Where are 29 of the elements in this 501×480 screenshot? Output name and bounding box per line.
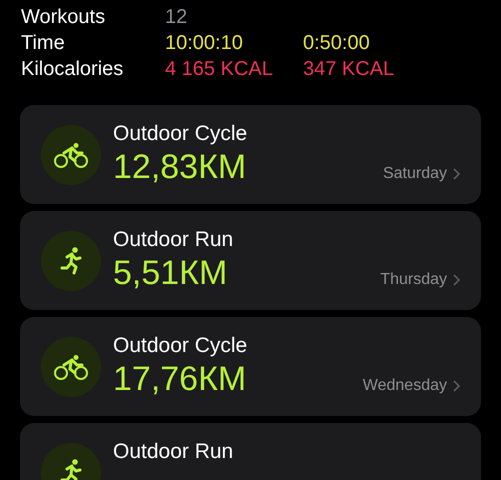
stat-value: 4 165 KCAL (165, 57, 274, 81)
stat-label: Kilocalories (21, 57, 124, 81)
workout-day: Wednesday (362, 376, 447, 396)
stat-value: 347 KCAL (303, 57, 394, 81)
stat-label: Workouts (21, 5, 106, 29)
workout-title: Outdoor Run (113, 439, 234, 465)
runner-icon (59, 458, 83, 480)
workout-card[interactable]: Outdoor Run (20, 423, 481, 480)
workout-distance: 17,76КМ (113, 359, 248, 399)
cyclist-icon (54, 142, 88, 168)
chevron-icon (453, 380, 460, 392)
workout-title: Outdoor Run (113, 227, 234, 253)
stat-label: Time (21, 31, 66, 55)
workout-card[interactable]: Outdoor Cycle 17,76КМ Wednesday (20, 317, 481, 416)
stat-value: 12 (165, 5, 188, 29)
cyclist-icon (54, 354, 88, 380)
stat-value: 0:50:00 (303, 31, 370, 55)
stat-value: 10:00:10 (165, 31, 244, 55)
workout-title: Outdoor Cycle (113, 333, 248, 359)
workout-card[interactable]: Outdoor Cycle 12,83КМ Saturday (20, 105, 481, 204)
workout-title: Outdoor Cycle (113, 121, 248, 147)
workout-day: Saturday (382, 164, 447, 184)
runner-icon (59, 246, 83, 276)
workout-distance: 12,83КМ (113, 147, 248, 187)
chevron-icon (453, 274, 460, 286)
workout-distance: 5,51КМ (113, 253, 228, 293)
chevron-icon (453, 168, 460, 180)
workout-day: Thursday (380, 270, 447, 290)
workout-card[interactable]: Outdoor Run 5,51КМ Thursday (20, 211, 481, 310)
